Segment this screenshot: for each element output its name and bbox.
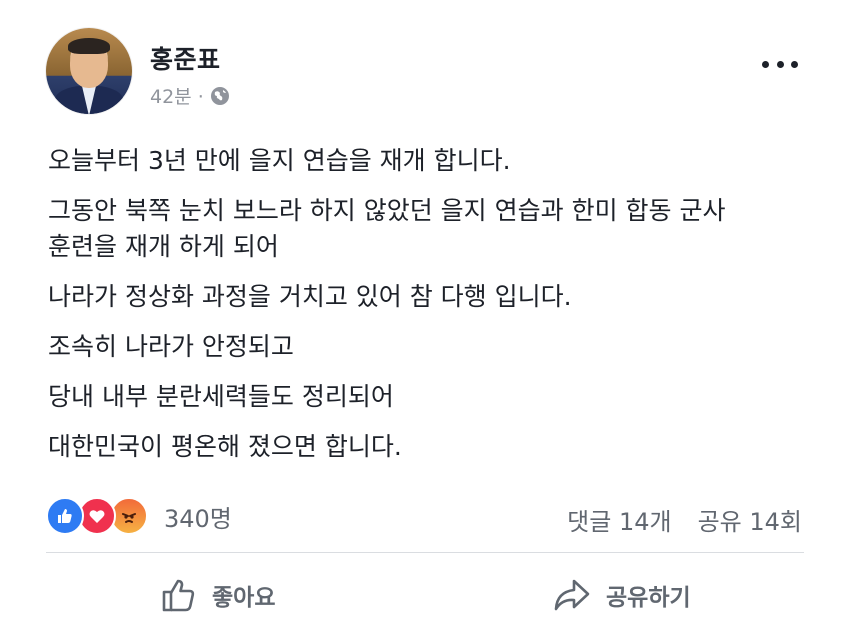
post-actions: 좋아요 공유하기 <box>0 568 850 622</box>
share-arrow-icon <box>554 579 590 611</box>
divider <box>46 552 804 553</box>
post-paragraph: 대한민국이 평온해 졌으면 합니다. <box>48 432 402 461</box>
comment-count[interactable]: 댓글 14개 <box>567 502 671 537</box>
share-button[interactable]: 공유하기 <box>552 568 691 622</box>
more-dot-icon <box>762 60 769 68</box>
share-button-label: 공유하기 <box>606 585 691 611</box>
post-time[interactable]: 42분 · <box>150 82 204 109</box>
globe-icon <box>210 86 229 105</box>
more-options-button[interactable] <box>762 52 798 76</box>
post-paragraph: 조속히 나라가 안정되고 <box>48 332 294 361</box>
like-button[interactable]: 좋아요 <box>160 568 275 622</box>
more-dot-icon <box>791 60 798 68</box>
share-count[interactable]: 공유 14회 <box>698 502 802 537</box>
like-icon <box>46 497 84 535</box>
facebook-post: 홍준표 42분 · 오늘부터 3년 만에 을지 연습을 재개 합니다. 그동안 … <box>0 0 850 643</box>
reactions-summary[interactable]: 340명 <box>46 497 232 535</box>
post-paragraph: 당내 내부 분란세력들도 정리되어 <box>48 382 394 411</box>
post-content: 오늘부터 3년 만에 을지 연습을 재개 합니다. 그동안 북쪽 눈치 보느라 … <box>48 143 818 479</box>
author-name[interactable]: 홍준표 <box>150 40 221 76</box>
reaction-count: 340명 <box>164 504 232 533</box>
post-stats: 댓글 14개 공유 14회 <box>567 502 802 537</box>
author-avatar[interactable] <box>46 28 132 114</box>
post-paragraph: 나라가 정상화 과정을 거치고 있어 참 다행 입니다. <box>48 282 572 311</box>
thumbs-up-icon <box>162 579 195 612</box>
more-dot-icon <box>776 60 784 68</box>
post-paragraph: 그동안 북쪽 눈치 보느라 하지 않았던 을지 연습과 한미 합동 군사 훈련을… <box>48 196 726 261</box>
post-meta: 42분 · <box>150 82 230 109</box>
post-paragraph: 오늘부터 3년 만에 을지 연습을 재개 합니다. <box>48 146 511 175</box>
like-button-label: 좋아요 <box>212 585 276 611</box>
